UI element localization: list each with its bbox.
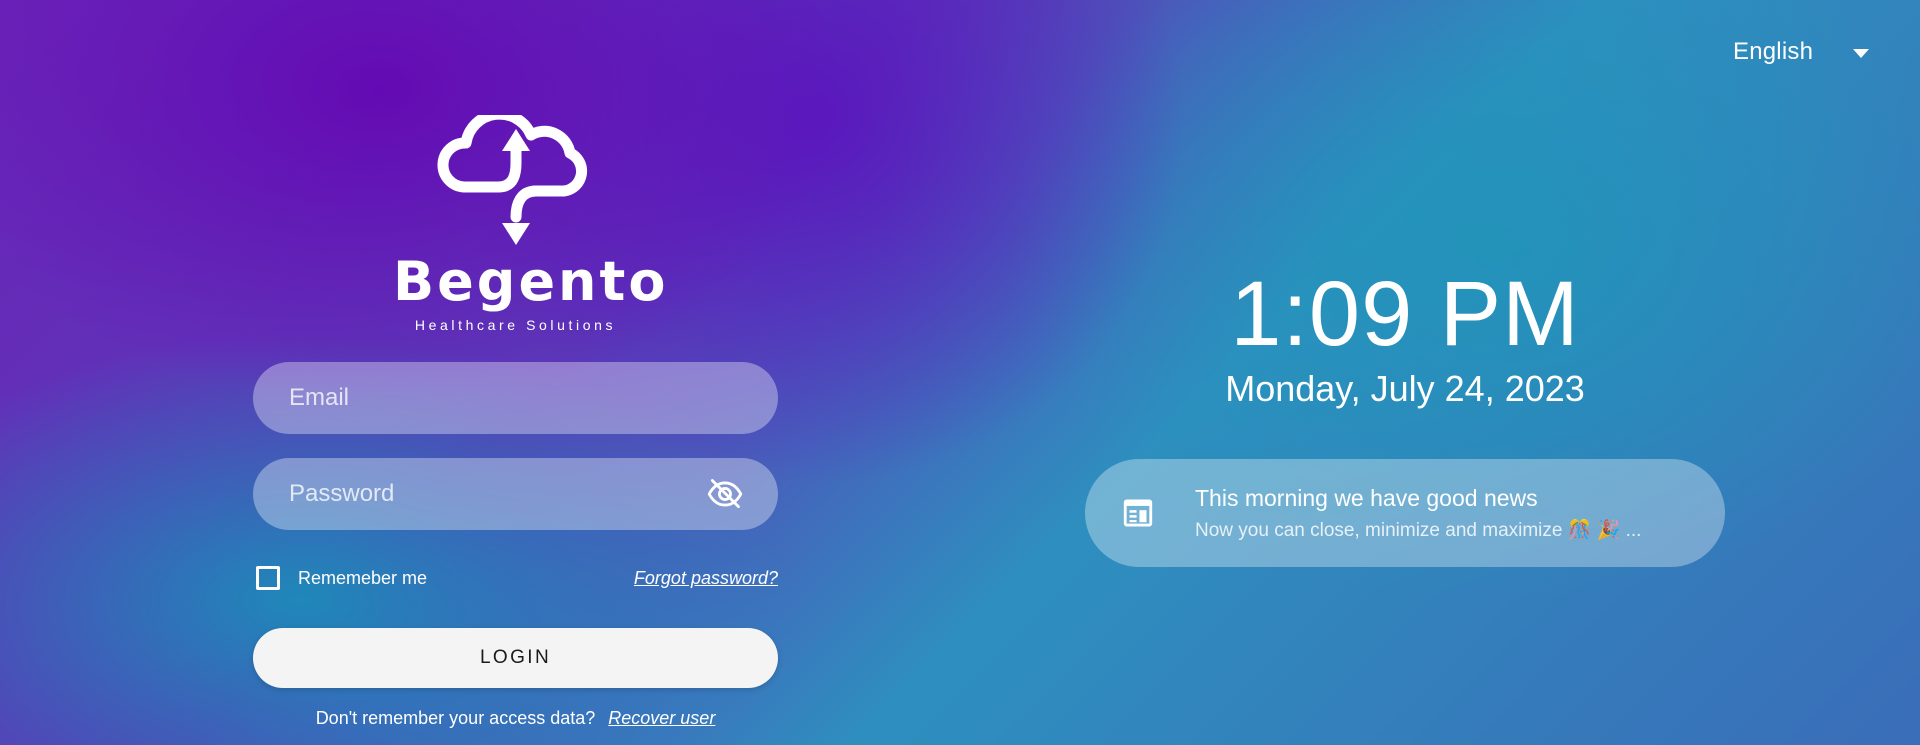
recover-user-link[interactable]: Recover user: [608, 708, 715, 728]
news-card[interactable]: This morning we have good news Now you c…: [1085, 459, 1725, 567]
clock-date: Monday, July 24, 2023: [1225, 368, 1585, 409]
language-label: English: [1733, 38, 1814, 65]
brand-logo: Begento Healthcare Solutions: [393, 115, 669, 333]
password-field[interactable]: [289, 480, 706, 508]
remember-row: Rememeber me Forgot password?: [256, 563, 778, 593]
forgot-password-link[interactable]: Forgot password?: [634, 568, 778, 589]
password-field-container: [253, 458, 778, 530]
login-screen: English Begento Healthcare Solutions Ema…: [0, 0, 1920, 745]
remember-label[interactable]: Rememeber me: [298, 568, 427, 589]
remember-checkbox[interactable]: [256, 566, 280, 590]
newspaper-icon: [1123, 499, 1153, 527]
news-subtitle: Now you can close, minimize and maximize…: [1195, 519, 1642, 541]
brand-name: Begento: [393, 250, 669, 313]
news-title: This morning we have good news: [1195, 484, 1538, 511]
clock-widget: 1:09 PM Monday, July 24, 2023: [1085, 268, 1725, 410]
language-selector[interactable]: English: [1733, 38, 1870, 66]
clock-time: 1:09 PM: [1230, 263, 1580, 365]
recover-prompt: Don't remember your access data?: [315, 708, 596, 728]
login-button[interactable]: LOGIN: [253, 628, 778, 688]
cloud-sync-icon: [437, 115, 587, 245]
recover-row: Don't remember your access data? Recover…: [253, 708, 778, 729]
eye-off-icon[interactable]: [706, 475, 744, 513]
caret-down-icon: [1853, 48, 1870, 58]
news-text: This morning we have good news Now you c…: [1195, 485, 1641, 542]
email-field-container: [253, 362, 778, 434]
email-field[interactable]: [289, 384, 742, 412]
brand-tagline: Healthcare Solutions: [414, 317, 617, 333]
